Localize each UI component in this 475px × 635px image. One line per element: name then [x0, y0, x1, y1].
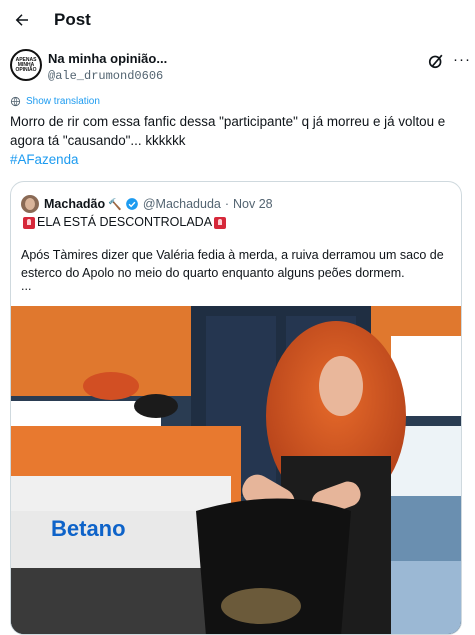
quoted-avatar — [21, 195, 39, 213]
media-scene: Betano — [11, 306, 461, 634]
show-translation-label: Show translation — [26, 96, 100, 107]
quoted-handle: @Machaduda — [142, 197, 221, 211]
hashtag-link[interactable]: #AFazenda — [10, 150, 465, 169]
back-arrow-icon — [15, 14, 28, 26]
quoted-media-image[interactable]: Betano — [11, 306, 461, 634]
siren-icon — [214, 216, 227, 229]
quoted-author-name: Machadão — [44, 197, 106, 211]
quoted-date: Nov 28 — [233, 197, 273, 211]
quoted-headline: ELA ESTÁ DESCONTROLADA — [37, 215, 213, 229]
quoted-post[interactable]: Machadão 🔨 @Machaduda · Nov 28 ELA ESTÁ … — [10, 181, 462, 635]
quoted-header: Machadão 🔨 @Machaduda · Nov 28 — [21, 194, 273, 214]
verified-icon — [126, 198, 138, 210]
author-block: APENAS MINHA OPINIÃO Na minha opinião... @… — [10, 49, 470, 89]
quoted-headline-row: ELA ESTÁ DESCONTROLADA — [21, 214, 228, 231]
quoted-ellipsis: ... — [21, 279, 32, 293]
author-name[interactable]: Na minha opinião... — [48, 51, 167, 66]
tweet-text: Morro de rir com essa fanfic dessa "part… — [10, 112, 465, 169]
avatar-logo-text: APENAS MINHA OPINIÃO — [15, 56, 37, 73]
page-title: Post — [54, 10, 91, 29]
grok-icon[interactable] — [426, 51, 446, 71]
translate-icon — [10, 96, 21, 107]
quoted-separator: · — [224, 197, 230, 211]
siren-icon — [23, 216, 35, 229]
author-handle[interactable]: @ale_drumond0606 — [48, 69, 163, 83]
top-bar: Post — [0, 0, 475, 40]
quoted-body: Após Tàmires dizer que Valéria fedia à m… — [21, 248, 444, 280]
avatar[interactable]: APENAS MINHA OPINIÃO — [10, 49, 42, 81]
back-button[interactable] — [8, 6, 36, 34]
hammer-icon: 🔨 — [108, 198, 122, 211]
betano-logo: Betano — [51, 516, 126, 541]
tweet-body: Morro de rir com essa fanfic dessa "part… — [10, 114, 446, 148]
show-translation-link[interactable]: Show translation — [10, 96, 100, 107]
more-icon[interactable]: ··· — [453, 51, 471, 68]
